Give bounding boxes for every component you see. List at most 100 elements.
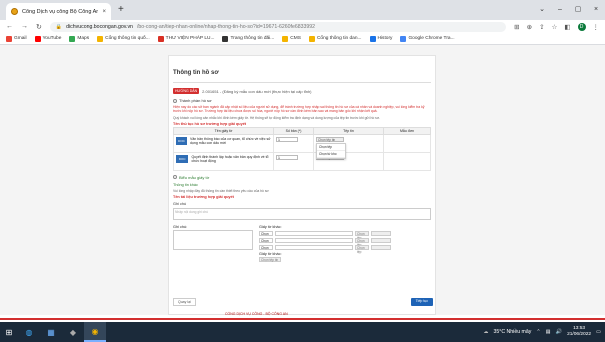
bookmark-label: Trang thông tin đăi...	[230, 36, 275, 41]
other-info-note: Vui lòng nhập đầy đủ thông tin cần thiết…	[173, 188, 269, 193]
right-col: Giấy tờ khác: Chọn Chọn tệp Chọn Chọn tệ…	[259, 225, 391, 263]
guide-badge[interactable]: HƯỚNG DẪN	[173, 88, 200, 94]
bookmark-item[interactable]: YouTube	[34, 35, 61, 42]
left-textarea[interactable]	[173, 230, 253, 251]
radio-icon	[173, 98, 177, 103]
sidebar-icon[interactable]: ◧	[564, 23, 570, 31]
notification-icon[interactable]: ▭	[596, 329, 601, 335]
weather-icon[interactable]: ☁	[483, 329, 488, 335]
clock[interactable]: 13:53 21/06/2022	[567, 326, 591, 338]
tray-chevron-icon[interactable]: ⌃	[536, 329, 540, 335]
choose-file-button-2[interactable]: Chọn tệp tin	[259, 257, 281, 263]
bookmark-label: Gmail	[14, 36, 27, 41]
bookmark-item[interactable]: Maps	[69, 35, 89, 42]
bookmark-item[interactable]: Cổng thông tin dan...	[308, 35, 362, 42]
choose-file-button[interactable]: Chọn tệp	[355, 238, 369, 247]
site-favicon-icon	[11, 8, 18, 15]
back-icon[interactable]: ←	[6, 23, 13, 30]
preview-box	[371, 238, 391, 244]
choose-file-button[interactable]: Chọn tệp	[355, 245, 369, 254]
note-input[interactable]: Nhập nội dung ghi chú	[173, 208, 431, 221]
clock-date: 21/06/2022	[567, 332, 592, 337]
bookmark-star-icon[interactable]: ☆	[552, 23, 558, 31]
choose-file-button[interactable]: Chọn tệp	[355, 231, 369, 240]
bookmark-item[interactable]: History	[369, 35, 393, 42]
back-button[interactable]: Quay lại	[173, 298, 196, 306]
url-path: /bo-cong-an/tiep-nhan-online/nhap-thong-…	[136, 23, 316, 30]
new-tab-icon[interactable]: +	[118, 5, 124, 15]
bookmark-item[interactable]: CMS	[282, 35, 301, 42]
doc-select-row: Chọn Chọn tệp	[259, 231, 391, 240]
translate-icon[interactable]: ⊞	[514, 23, 519, 31]
close-window-icon[interactable]: ×	[587, 0, 605, 20]
bookmark-item[interactable]: Cổng thông tin quố...	[97, 35, 150, 42]
share-icon[interactable]: ⇪	[539, 23, 544, 31]
components-option[interactable]: Thành phần hồ sơ	[173, 98, 431, 103]
type-select[interactable]: Chọn	[259, 245, 273, 251]
doc-select[interactable]	[275, 238, 353, 244]
footer-text: CỔNG DỊCH VỤ CÔNG - BỘ CÔNG AN	[225, 312, 288, 316]
profile-avatar[interactable]: D	[577, 22, 586, 31]
bookmark-favicon-icon	[282, 35, 289, 42]
table-row: DOC Văn bản thông báo của cơ quan, tổ ch…	[173, 133, 431, 159]
bookmark-favicon-icon	[6, 35, 12, 42]
bookmark-label: History	[377, 36, 393, 41]
dropdown-option-store[interactable]: Chọn từ kho	[317, 151, 345, 158]
zoom-icon[interactable]: ⊕	[527, 23, 532, 31]
bookmark-favicon-icon	[222, 35, 229, 42]
browser-toolbar: ← → ↻ 🔒 dichvucong.bocongan.gov.vn/bo-co…	[0, 20, 605, 33]
next-button[interactable]: Tiếp tục	[410, 298, 433, 306]
doc-name: Quyết định thành lập hoặc văn bản quy đị…	[191, 154, 269, 163]
forms-option[interactable]: Biểu mẫu giấy tờ	[173, 175, 431, 180]
bookmark-item[interactable]: Trang thông tin đăi...	[222, 35, 275, 42]
dropdown-option-file[interactable]: Chọn tệp	[317, 144, 345, 151]
bookmark-label: Cổng thông tin dan...	[316, 36, 362, 41]
bookmark-item[interactable]: Gmail	[6, 35, 27, 42]
choose-file-select[interactable]: Chọn tệp tin	[316, 136, 344, 142]
tab-search-icon[interactable]: ⌄	[533, 0, 551, 20]
toolbar-icons: ⊞ ⊕ ⇪ ☆ ◧ D ⋮	[514, 22, 600, 31]
type-select[interactable]: Chọn	[259, 238, 273, 244]
browser-tabstrip: Cổng Dịch vụ công Bộ Công An × + ⌄ – ▢ ×	[0, 0, 605, 20]
qty-input[interactable]: 1	[276, 136, 298, 142]
bookmark-label: CMS	[290, 36, 301, 41]
app-icon[interactable]: ◆	[62, 322, 84, 342]
table-row: DOC Quyết định thành lập hoặc văn bản qu…	[173, 151, 431, 171]
template-cell	[383, 151, 431, 171]
windows-start-icon[interactable]: ⊞	[0, 322, 18, 342]
browser-tab[interactable]: Cổng Dịch vụ công Bộ Công An ×	[6, 3, 111, 20]
doc-select[interactable]	[275, 245, 353, 251]
weather-text[interactable]: 35°C Nhiều mây	[494, 329, 532, 335]
doc-select[interactable]	[275, 231, 353, 237]
procedure-name: 2.001651 - (Đăng ký mẫu con dấu mới (thự…	[202, 88, 312, 94]
form-actions: Quay lại Tiếp tục	[173, 298, 433, 306]
bookmark-item[interactable]: THƯ VIỆN PHÁP LU...	[157, 35, 214, 42]
section-title: Thông tin hồ sơ	[173, 70, 431, 83]
chrome-icon[interactable]: ◉	[84, 322, 106, 342]
network-icon[interactable]: ▤	[546, 329, 551, 335]
volume-icon[interactable]: 🔊	[556, 329, 562, 335]
table-heading: Tên thủ tục hồ sơ trường hợp giải quyết	[173, 121, 247, 126]
qty-cell: 1	[273, 151, 314, 171]
components-label: Thành phần hồ sơ	[179, 98, 212, 103]
bookmark-item[interactable]: Google Chrome Tra...	[400, 35, 455, 42]
type-select[interactable]: Chọn	[259, 231, 273, 237]
store-icon[interactable]: ▦	[40, 322, 62, 342]
doc-select-row: Chọn Chọn tệp	[259, 245, 391, 254]
right-label-2: Giấy tờ khác:	[259, 252, 282, 257]
close-tab-icon[interactable]: ×	[102, 9, 106, 15]
window-controls: ⌄ – ▢ ×	[533, 0, 605, 20]
edge-icon[interactable]: ◍	[18, 322, 40, 342]
minimize-icon[interactable]: –	[551, 0, 569, 20]
bookmark-favicon-icon	[157, 35, 164, 42]
bookmark-favicon-icon	[69, 35, 76, 42]
left-label: Ghi chú:	[173, 225, 188, 230]
lock-icon[interactable]: 🔒	[56, 24, 62, 30]
reload-icon[interactable]: ↻	[36, 23, 42, 31]
address-bar[interactable]: 🔒 dichvucong.bocongan.gov.vn/bo-cong-an/…	[49, 21, 507, 32]
maximize-icon[interactable]: ▢	[569, 0, 587, 20]
forward-icon[interactable]: →	[21, 23, 28, 30]
qty-input[interactable]: 1	[276, 154, 298, 160]
menu-icon[interactable]: ⋮	[593, 23, 600, 31]
document-icon: DOC	[176, 136, 188, 145]
